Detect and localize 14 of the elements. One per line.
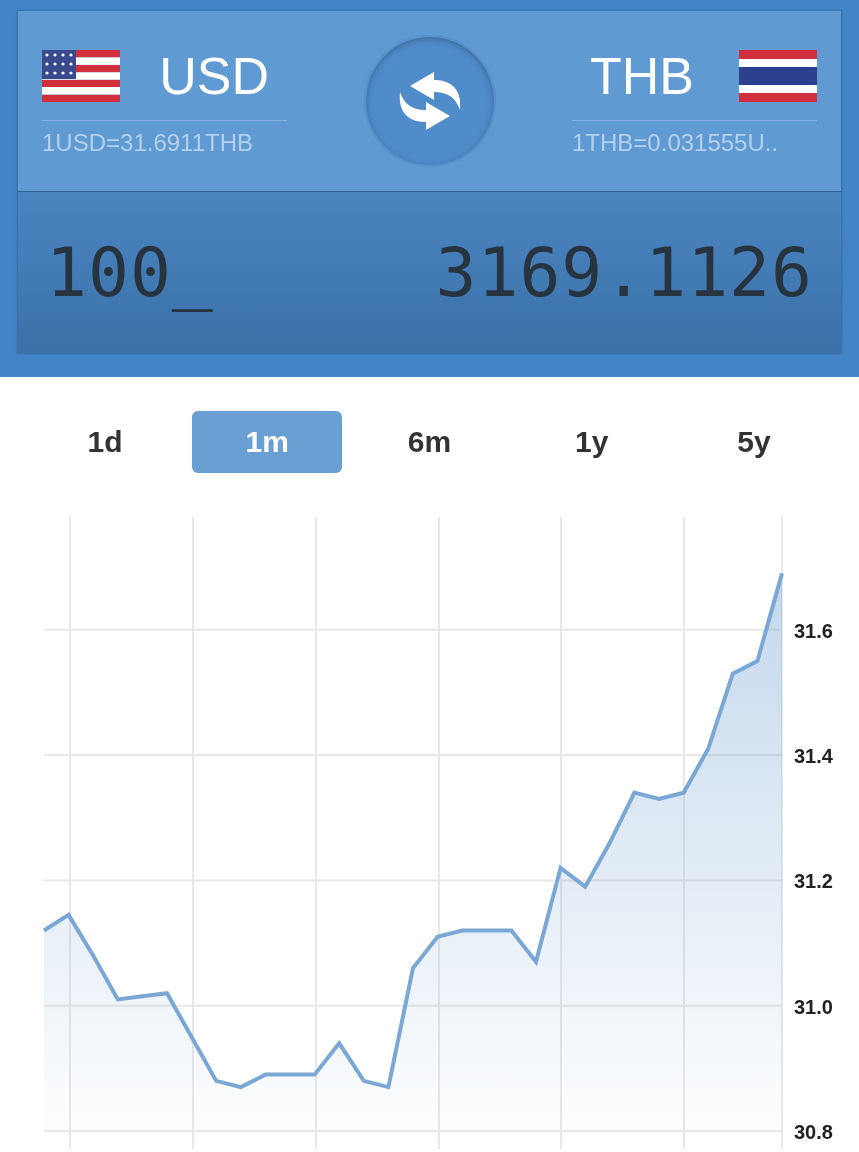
period-tab[interactable]: 6m (354, 411, 505, 473)
period-tab[interactable]: 1y (516, 411, 667, 473)
flag-icon (739, 49, 817, 102)
exchange-rate: 1THB=0.031555U.. (572, 128, 780, 157)
axis-label: 31.0 (794, 995, 833, 1018)
axis-label: 30.8 (794, 1121, 833, 1143)
converted-amount: 3169.1126 (435, 232, 813, 312)
axis-label: 31.6 (794, 619, 833, 642)
flag-icon (42, 49, 120, 102)
period-tab[interactable]: 1d (30, 411, 180, 473)
axis-label: 31.2 (794, 870, 833, 893)
axis-label: 31.4 (794, 745, 833, 768)
exchange-rate: 1USD=31.6911THB (42, 128, 254, 157)
period-tab[interactable]: 5y (679, 411, 829, 473)
